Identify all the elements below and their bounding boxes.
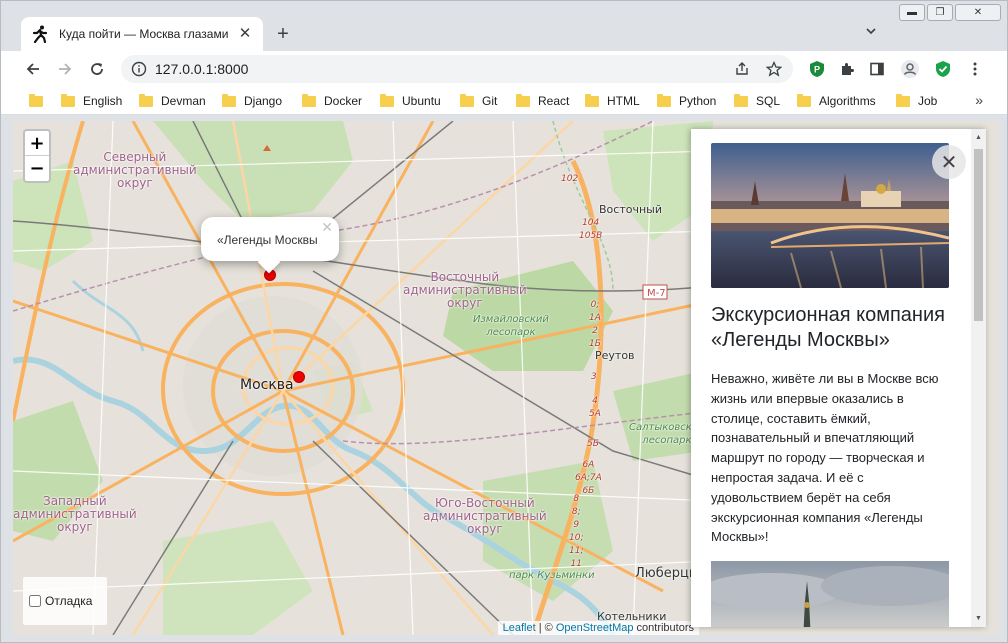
label-izmailovo-park: Измайловский лесопарк	[473, 314, 549, 338]
folder-icon	[797, 93, 811, 107]
folder-icon	[657, 93, 671, 107]
label-mkad-exit-3: 3	[591, 372, 597, 382]
bookmark-python[interactable]: Python	[657, 87, 716, 115]
place-title: Экскурсионная компания «Легенды Москвы»	[711, 304, 945, 351]
bookmark-docker[interactable]: Docker	[302, 87, 362, 115]
zoom-in-button[interactable]: +	[25, 131, 49, 156]
bookmark-sql[interactable]: SQL	[734, 87, 780, 115]
bookmarks-overflow-button[interactable]: »	[975, 92, 983, 108]
shield-icon[interactable]	[931, 57, 955, 81]
popup-close-icon[interactable]: ✕	[321, 220, 333, 236]
bookmark-algorithms[interactable]: Algorithms	[797, 87, 876, 115]
bookmark-git[interactable]: Git	[460, 87, 497, 115]
window-controls: ▬ ❐ ✕	[899, 4, 1001, 21]
url-text: 127.0.0.1:8000	[155, 61, 249, 77]
map-container[interactable]: Северный административный округ Восточный а…	[13, 121, 999, 635]
panel-scrollbar[interactable]: ▲ ▼	[971, 129, 986, 627]
forward-icon[interactable]	[51, 55, 79, 83]
browser-window: Куда пойти — Москва глазами экскурсовода…	[0, 0, 1008, 643]
scroll-up-arrow-icon[interactable]: ▲	[974, 133, 983, 142]
label-km-104: 104 105В	[579, 218, 603, 241]
place-photo-kremlin	[711, 143, 949, 288]
bookmark-devman[interactable]: Devman	[139, 87, 206, 115]
panel-close-icon[interactable]: ✕	[932, 145, 966, 179]
browser-toolbar: 127.0.0.1:8000 P	[1, 51, 1007, 87]
label-north-district: Северный административный округ	[73, 150, 197, 190]
scroll-down-arrow-icon[interactable]: ▼	[974, 614, 983, 623]
folder-icon	[585, 93, 599, 107]
tab-close-icon[interactable]: ✕	[237, 26, 253, 42]
reload-icon[interactable]	[83, 55, 111, 83]
tab-search-chevron-icon[interactable]	[861, 25, 881, 45]
walking-person-icon	[31, 25, 49, 43]
label-mkad-exit-8: 8 8; 9 10; 11; 11	[569, 494, 584, 569]
bookmark-html[interactable]: HTML	[585, 87, 640, 115]
scroll-thumb[interactable]	[974, 149, 983, 321]
folder-icon	[29, 93, 43, 107]
label-km-102: 102	[561, 174, 579, 184]
folder-icon	[460, 93, 474, 107]
maximize-button[interactable]: ❐	[927, 4, 953, 21]
star-icon[interactable]	[761, 56, 787, 82]
folder-icon	[222, 93, 236, 107]
label-lyubertsy: Люберцы	[635, 566, 700, 581]
share-icon[interactable]	[729, 56, 755, 82]
leaflet-link[interactable]: Leaflet	[503, 622, 536, 634]
place-marker[interactable]	[293, 371, 305, 383]
bookmark-job[interactable]: Job	[896, 87, 937, 115]
new-tab-button[interactable]: +	[271, 23, 295, 47]
debug-label: Отладка	[45, 594, 93, 608]
minimize-button[interactable]: ▬	[899, 4, 925, 21]
folder-icon	[302, 93, 316, 107]
folder-icon	[61, 93, 75, 107]
folder-icon	[139, 93, 153, 107]
folder-icon	[380, 93, 394, 107]
profile-icon[interactable]	[898, 57, 922, 81]
puzzle-icon[interactable]	[835, 57, 859, 81]
debug-checkbox[interactable]	[29, 595, 41, 607]
sidepanel-icon[interactable]	[865, 57, 889, 81]
label-mkad-exit-5b: 5Б	[587, 439, 599, 449]
svg-text:P: P	[814, 65, 820, 75]
tab-strip: Куда пойти — Москва глазами экскурсовода…	[1, 1, 1007, 51]
extension-p-icon[interactable]: P	[805, 57, 829, 81]
info-icon[interactable]	[125, 61, 153, 77]
place-description: Неважно, живёте ли вы в Москве всю жизнь…	[711, 371, 939, 545]
zoom-control: + −	[23, 129, 51, 183]
popup-text: «Легенды Москвы	[217, 233, 318, 247]
close-window-button[interactable]: ✕	[955, 4, 1001, 21]
back-icon[interactable]	[19, 55, 47, 83]
bookmark-react[interactable]: React	[516, 87, 569, 115]
debug-control: Отладка	[23, 577, 107, 625]
bookmark-django[interactable]: Django	[222, 87, 282, 115]
label-m7-shield: М-7	[647, 288, 666, 299]
menu-icon[interactable]	[963, 57, 987, 81]
bookmark-folder[interactable]	[29, 87, 51, 115]
folder-icon	[516, 93, 530, 107]
place-photo-tower	[711, 561, 949, 627]
folder-icon	[734, 93, 748, 107]
bookmark-ubuntu[interactable]: Ubuntu	[380, 87, 441, 115]
label-reutov: Реутов	[595, 349, 635, 362]
folder-icon	[896, 93, 910, 107]
osm-link[interactable]: OpenStreetMap	[556, 622, 634, 634]
label-moscow: Москва	[240, 377, 294, 393]
bookmark-english[interactable]: English	[61, 87, 122, 115]
label-mkad-exits-east: 0; 1А 2 1Б	[589, 300, 601, 349]
address-bar[interactable]: 127.0.0.1:8000	[121, 55, 793, 83]
place-details-panel[interactable]: ✕ Экскурсионная компания «Легенды Москвы…	[691, 129, 986, 627]
label-mkad-exit-4: 4 5А	[589, 396, 601, 419]
label-vostochny: Восточный	[599, 203, 662, 216]
map-attribution: Leaflet | © OpenStreetMap contributors	[497, 621, 699, 635]
tab-title: Куда пойти — Москва глазами экскурсовода	[59, 27, 231, 41]
label-east-district: Восточный административный округ	[403, 270, 527, 310]
zoom-out-button[interactable]: −	[25, 156, 49, 181]
bookmarks-bar: English Devman Django Docker Ubuntu Git …	[1, 87, 1007, 115]
label-southeast-district: Юго-Восточный административный округ	[423, 496, 547, 536]
map-popup: «Легенды Москвы ✕	[201, 217, 339, 274]
label-west-district: Западный административный округ	[13, 494, 137, 534]
tab-active[interactable]: Куда пойти — Москва глазами экскурсовода…	[21, 17, 263, 51]
